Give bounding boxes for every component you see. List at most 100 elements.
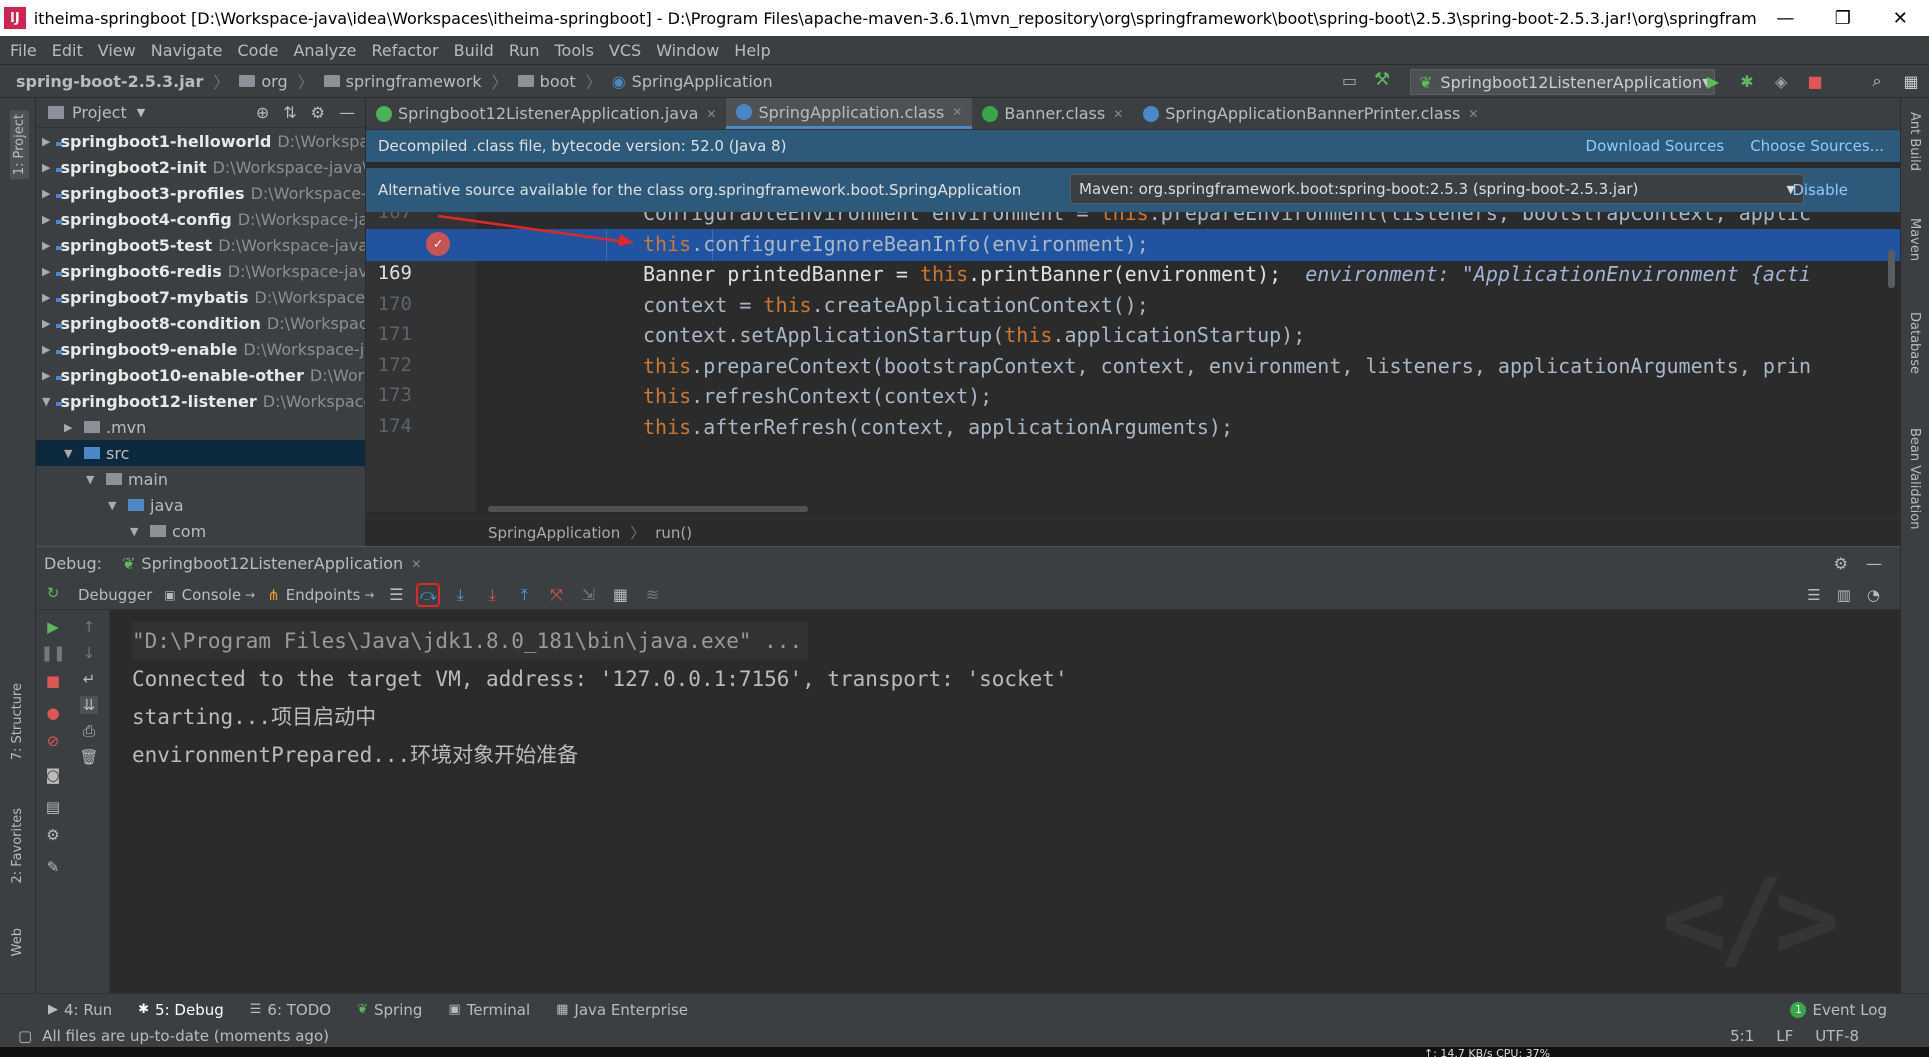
breadcrumb-method[interactable]: run(): [655, 524, 692, 542]
menu-view[interactable]: View: [98, 41, 136, 60]
breadcrumb-class[interactable]: SpringApplication: [488, 524, 620, 542]
tool-spring[interactable]: ❦ Spring: [357, 1001, 422, 1019]
project-tree-folder[interactable]: ▼ src: [36, 440, 365, 466]
resume-icon[interactable]: ▶: [44, 618, 62, 636]
menu-refactor[interactable]: Refactor: [372, 41, 439, 60]
horizontal-scrollbar[interactable]: [488, 506, 808, 512]
disable-link[interactable]: Disable: [1792, 181, 1848, 199]
chevron-right-icon[interactable]: ▶: [42, 213, 50, 226]
project-tree-item[interactable]: ▶ springboot6-redisD:\Workspace-java\: [36, 258, 365, 284]
project-tree-folder[interactable]: ▼ java: [36, 492, 365, 518]
menu-run[interactable]: Run: [509, 41, 540, 60]
chevron-down-icon[interactable]: ▼: [86, 473, 102, 486]
view-breakpoints-icon[interactable]: ●: [44, 704, 62, 722]
event-log-button[interactable]: 1 Event Log: [1790, 1001, 1887, 1019]
step-into-icon[interactable]: ⤓: [450, 585, 470, 605]
evaluate-expression-icon[interactable]: ▦: [610, 585, 630, 605]
tool-terminal[interactable]: ▣ Terminal: [448, 1001, 530, 1019]
hide-icon[interactable]: —: [339, 103, 355, 122]
tab-console[interactable]: ▣ Console →: [164, 586, 255, 604]
chevron-right-icon[interactable]: ▶: [42, 369, 50, 382]
project-tree-item[interactable]: ▶ springboot10-enable-otherD:\Works: [36, 362, 365, 388]
console-output[interactable]: </> "D:\Program Files\Java\jdk1.8.0_181\…: [110, 610, 1900, 993]
pin-icon[interactable]: ✎: [44, 858, 62, 876]
run-to-cursor-icon[interactable]: ⇲: [578, 585, 598, 605]
menu-build[interactable]: Build: [454, 41, 494, 60]
project-tree-item[interactable]: ▼ springboot12-listenerD:\Workspace-j: [36, 388, 365, 414]
chevron-down-icon[interactable]: ▼: [108, 499, 124, 512]
arrow-down-icon[interactable]: ↓: [80, 644, 98, 662]
scroll-to-end-icon[interactable]: ⇊: [80, 696, 98, 714]
chevron-right-icon[interactable]: ▶: [42, 239, 50, 252]
project-tree-item[interactable]: ▶ springboot1-helloworldD:\Workspace: [36, 128, 365, 154]
gear-icon[interactable]: ⚙: [1834, 554, 1848, 573]
print-icon[interactable]: ⎙: [80, 722, 98, 740]
project-structure-icon[interactable]: ▦: [1901, 71, 1921, 91]
project-tree-item[interactable]: ▶ springboot4-config D:\Workspace-jav: [36, 206, 365, 232]
structure-tool-button[interactable]: 7: Structure: [10, 683, 25, 760]
file-encoding[interactable]: UTF-8: [1815, 1027, 1859, 1045]
stop-icon[interactable]: ■: [1805, 71, 1825, 91]
debug-session-tab[interactable]: Springboot12ListenerApplication: [141, 554, 403, 573]
project-tree-item[interactable]: ▶ springboot8-conditionD:\Workspace: [36, 310, 365, 336]
bean-validation-tool-button[interactable]: Bean Validation: [1907, 428, 1922, 529]
tab-springboot12listenerapplication[interactable]: Springboot12ListenerApplication.java ✕: [366, 98, 726, 129]
menu-edit[interactable]: Edit: [52, 41, 83, 60]
favorites-tool-button[interactable]: 2: Favorites: [10, 808, 25, 884]
window-icon[interactable]: ▭: [1342, 71, 1357, 90]
locate-icon[interactable]: ⊕: [256, 103, 269, 122]
close-icon[interactable]: ✕: [411, 557, 421, 571]
chevron-right-icon[interactable]: ▶: [42, 135, 50, 148]
chevron-down-icon[interactable]: ▼: [130, 525, 146, 538]
tool-debug[interactable]: ✱ 5: Debug: [138, 1001, 224, 1019]
close-button[interactable]: ✕: [1872, 8, 1929, 29]
close-icon[interactable]: ✕: [706, 107, 716, 121]
download-sources-link[interactable]: Download Sources: [1586, 137, 1725, 155]
menu-code[interactable]: Code: [238, 41, 279, 60]
run-icon[interactable]: ▶: [1703, 71, 1723, 91]
hide-icon[interactable]: —: [1866, 554, 1882, 573]
close-icon[interactable]: ✕: [952, 105, 962, 119]
build-hammer-icon[interactable]: ⚒: [1374, 69, 1390, 90]
gear-icon[interactable]: ⚙: [311, 103, 325, 122]
nav-crumb-boot[interactable]: boot 〉: [517, 69, 602, 93]
tab-endpoints[interactable]: ⋔ Endpoints →: [267, 586, 374, 604]
project-tool-button[interactable]: 1: Project: [10, 110, 29, 180]
project-tree-item[interactable]: ▶ springboot9-enableD:\Workspace-jav: [36, 336, 365, 362]
nav-crumb-org[interactable]: org 〉: [239, 69, 314, 93]
drop-frame-icon[interactable]: ⤧: [546, 585, 566, 605]
step-out-icon[interactable]: ⤒: [514, 585, 534, 605]
arrow-up-icon[interactable]: ↑: [80, 618, 98, 636]
chevron-down-icon[interactable]: ▼: [64, 447, 80, 460]
pause-icon[interactable]: ❚❚: [40, 644, 65, 662]
menu-file[interactable]: File: [10, 41, 37, 60]
restore-button[interactable]: ❐: [1814, 8, 1871, 29]
search-icon[interactable]: ⌕: [1867, 71, 1887, 91]
project-tree-item[interactable]: ▶ springboot3-profilesD:\Workspace-ja: [36, 180, 365, 206]
alternative-source-select[interactable]: Maven: org.springframework.boot:spring-b…: [1070, 174, 1804, 204]
show-execution-point-icon[interactable]: ☰: [386, 585, 406, 605]
step-over-icon[interactable]: ⤼: [416, 582, 441, 607]
mute-breakpoints-icon[interactable]: ⊘: [44, 732, 62, 750]
rerun-icon[interactable]: ↻: [44, 584, 62, 602]
tool-todo[interactable]: ☰ 6: TODO: [250, 1001, 331, 1019]
close-icon[interactable]: ✕: [1468, 107, 1478, 121]
collapse-all-icon[interactable]: ⇅: [283, 103, 296, 122]
stop-icon[interactable]: ■: [44, 672, 62, 690]
project-tree-item[interactable]: ▶ springboot5-test D:\Workspace-java\i: [36, 232, 365, 258]
ant-build-tool-button[interactable]: Ant Build: [1907, 112, 1922, 171]
menu-help[interactable]: Help: [734, 41, 770, 60]
chevron-right-icon[interactable]: ▶: [64, 421, 80, 434]
tab-banner-class[interactable]: Banner.class ✕: [972, 98, 1133, 129]
database-tool-button[interactable]: Database: [1907, 312, 1922, 374]
chevron-right-icon[interactable]: ▶: [42, 343, 50, 356]
project-tree-folder[interactable]: ▼ com: [36, 518, 365, 544]
chevron-right-icon[interactable]: ▶: [42, 291, 50, 304]
nav-crumb-springframework[interactable]: springframework 〉: [323, 69, 508, 93]
vertical-scrollbar[interactable]: [1888, 250, 1895, 288]
tab-springapplicationbannerprinter-class[interactable]: SpringApplicationBannerPrinter.class ✕: [1133, 98, 1488, 129]
menu-navigate[interactable]: Navigate: [151, 41, 223, 60]
camera-icon[interactable]: ◙: [44, 766, 62, 784]
nav-crumb-springapplication[interactable]: ◉ SpringApplication: [612, 72, 773, 91]
line-separator[interactable]: LF: [1776, 1027, 1793, 1045]
